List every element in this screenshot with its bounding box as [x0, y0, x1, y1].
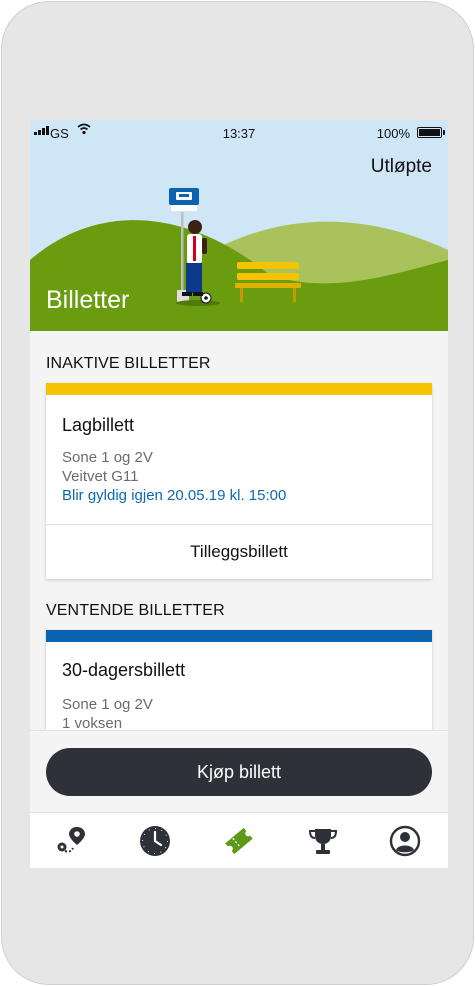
section-label-pending: VENTENDE BILLETTER	[46, 602, 225, 619]
ticket-card-inactive[interactable]: Lagbillett Sone 1 og 2V Veitvet G11 Blir…	[46, 383, 432, 579]
battery-percent: 100%	[376, 126, 410, 141]
battery-icon	[417, 127, 442, 138]
section-label-inactive: INAKTIVE BILLETTER	[46, 355, 211, 372]
card-divider	[46, 524, 432, 525]
tab-tickets[interactable]	[221, 823, 257, 859]
app-screen: GS 13:37 100% Utløpte Billetter INAKTIVE…	[30, 120, 448, 868]
battery-tip	[443, 130, 445, 135]
ticket-stripe-blue	[46, 630, 432, 642]
header-banner: GS 13:37 100% Utløpte Billetter	[30, 120, 448, 331]
tab-profile[interactable]	[387, 823, 423, 859]
ticket-icon	[225, 827, 253, 855]
tab-departures[interactable]	[137, 823, 173, 859]
add-on-ticket-button[interactable]: Tilleggsbillett	[46, 542, 432, 562]
ticket-valid-again: Blir gyldig igjen 20.05.19 kl. 15:00	[62, 487, 287, 504]
ticket-zone: Sone 1 og 2V	[62, 449, 153, 466]
clock-icon	[140, 826, 170, 856]
ticket-name: Lagbillett	[62, 415, 135, 435]
tab-route-planner[interactable]	[53, 823, 89, 859]
trophy-icon	[308, 829, 338, 854]
tab-rewards[interactable]	[305, 823, 341, 859]
status-bar: GS 13:37 100%	[30, 120, 448, 144]
ticket-location: Veitvet G11	[62, 468, 139, 485]
expired-tickets-link[interactable]: Utløpte	[371, 156, 432, 178]
page-title: Billetter	[46, 286, 130, 314]
buy-ticket-bar: Kjøp billett	[30, 730, 448, 813]
route-pin-icon	[57, 827, 85, 853]
ticket-name: 30-dagersbillett	[62, 660, 186, 680]
buy-ticket-button[interactable]: Kjøp billett	[46, 748, 432, 796]
tickets-list[interactable]: INAKTIVE BILLETTER Lagbillett Sone 1 og …	[30, 331, 448, 760]
ticket-zone: Sone 1 og 2V	[62, 696, 153, 713]
tab-bar	[30, 812, 448, 868]
phone-frame: GS 13:37 100% Utløpte Billetter INAKTIVE…	[1, 1, 474, 985]
ticket-stripe-yellow	[46, 383, 432, 395]
profile-icon	[389, 825, 421, 857]
